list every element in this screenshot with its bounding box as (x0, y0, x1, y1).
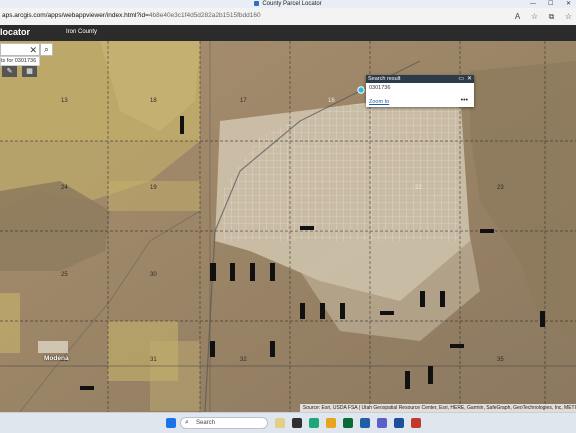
windows-taskbar: ⌕ Search (0, 412, 576, 433)
search-result-popup: Search result ▭ ✕ 0301736 Zoom to ••• (366, 75, 474, 107)
popup-result-value: 0301736 (369, 85, 391, 91)
popup-header: Search result ▭ ✕ (366, 75, 474, 83)
window-title-text: County Parcel Locator (262, 1, 322, 7)
app-title: locator (0, 27, 31, 37)
task-view-icon[interactable] (292, 418, 302, 428)
search-button[interactable]: ⌕ (40, 43, 53, 56)
taskbar-search-icon: ⌕ (185, 419, 189, 426)
address-bar[interactable]: aps.arcgis.com/apps/webappviewer/index.h… (0, 8, 576, 26)
word-icon[interactable] (394, 418, 404, 428)
read-aloud-icon[interactable]: A (513, 12, 522, 21)
layers-icon[interactable]: ▦ (22, 66, 37, 77)
clear-search-icon[interactable]: ✕ (29, 44, 37, 56)
aerial-imagery (0, 41, 576, 412)
file-explorer-icon[interactable] (275, 418, 285, 428)
favorites-bar-icon[interactable]: ☆ (564, 12, 573, 21)
close-window-icon[interactable]: ✕ (566, 0, 571, 8)
chrome-icon[interactable] (326, 418, 336, 428)
app-header: locator Iron County (0, 25, 576, 41)
url-id: 4b8e40e3c1f4d5d282a2b1515fbdd160 (148, 12, 261, 19)
browser-title-bar: County Parcel Locator — ☐ ✕ (0, 0, 576, 8)
county-name: Iron County (66, 29, 98, 35)
search-icon: ⌕ (44, 45, 49, 54)
map-attribution: Source: Esri, USDA FSA | Utah Geospatial… (299, 404, 576, 412)
minimize-icon[interactable]: — (530, 0, 536, 8)
popup-close-icon[interactable]: ✕ (467, 75, 472, 83)
url-host: aps.arcgis.com/apps/webappviewer/index.h… (2, 12, 149, 19)
taskbar-search[interactable]: ⌕ Search (180, 417, 268, 429)
outlook-icon[interactable] (360, 418, 370, 428)
taskbar-search-label: Search (196, 420, 216, 426)
popup-title: Search result (368, 76, 401, 82)
map-view[interactable]: 13 18 17 16 15 24 19 22 23 25 30 31 36 3… (0, 41, 576, 412)
edge-browser-icon[interactable] (309, 418, 319, 428)
collections-icon[interactable]: ⧉ (547, 12, 556, 21)
favorite-star-icon[interactable]: ☆ (530, 12, 539, 21)
maximize-icon[interactable]: ☐ (548, 0, 553, 8)
zoom-to-link[interactable]: Zoom to (369, 99, 389, 105)
url-text[interactable]: aps.arcgis.com/apps/webappviewer/index.h… (2, 12, 261, 19)
app-icon[interactable] (411, 418, 421, 428)
popup-more-menu[interactable]: ••• (461, 97, 468, 104)
search-suggestion[interactable]: ts for 0301736 (0, 56, 40, 66)
result-location-pin (357, 86, 365, 94)
teams-icon[interactable] (377, 418, 387, 428)
popup-dock-icon[interactable]: ▭ (458, 75, 464, 83)
window-title: County Parcel Locator (0, 0, 576, 8)
app-favicon-icon (254, 0, 260, 6)
locate-icon[interactable]: ✎ (2, 66, 17, 77)
start-icon[interactable] (166, 418, 176, 428)
excel-icon[interactable] (343, 418, 353, 428)
search-input[interactable]: ✕ (0, 43, 40, 56)
